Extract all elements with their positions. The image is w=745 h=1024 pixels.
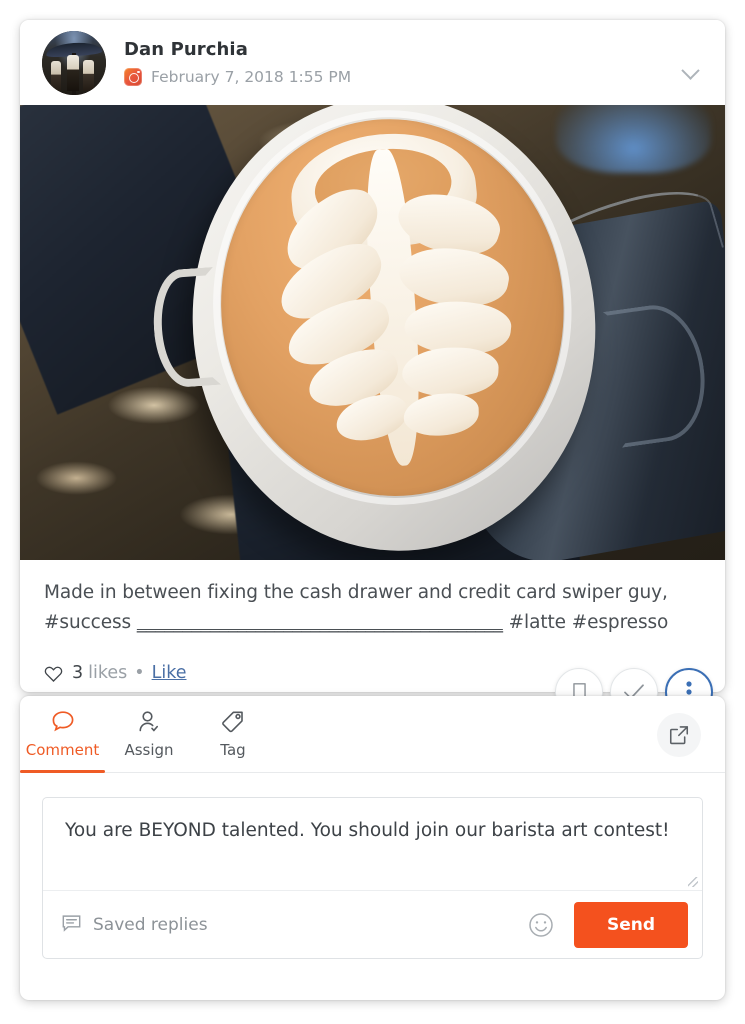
comment-bubble-icon bbox=[50, 708, 76, 736]
assign-person-icon bbox=[136, 708, 162, 736]
reply-textarea[interactable]: You are BEYOND talented. You should join… bbox=[43, 798, 702, 890]
instagram-icon bbox=[124, 68, 142, 86]
saved-replies-label: Saved replies bbox=[93, 914, 208, 935]
photo-blue-highlight bbox=[555, 105, 711, 174]
author-name: Dan Purchia bbox=[124, 39, 248, 60]
post-header-meta: Dan Purchia February 7, 2018 1:55 PM bbox=[124, 39, 703, 86]
tab-comment-label: Comment bbox=[25, 741, 100, 759]
tab-tag[interactable]: Tag bbox=[193, 696, 273, 772]
caption-hashtags-trailing: #latte #espresso bbox=[502, 612, 669, 633]
caption-hashtag-success: #success bbox=[44, 612, 137, 633]
tab-assign-label: Assign bbox=[124, 741, 174, 759]
likes-separator: • bbox=[134, 663, 145, 683]
post-caption: Made in between fixing the cash drawer a… bbox=[20, 560, 725, 648]
avatar[interactable] bbox=[42, 30, 106, 95]
caption-underscore-rule: ________________________________________ bbox=[136, 612, 503, 633]
send-button[interactable]: Send bbox=[574, 901, 688, 948]
screen: Dan Purchia February 7, 2018 1:55 PM Mad… bbox=[0, 0, 745, 1024]
resize-handle[interactable] bbox=[688, 877, 698, 887]
composer-footer: Saved replies Send bbox=[43, 890, 702, 958]
caption-line-1: Made in between fixing the cash drawer a… bbox=[44, 582, 668, 603]
post-date-row: February 7, 2018 1:55 PM bbox=[124, 68, 703, 86]
post-card: Dan Purchia February 7, 2018 1:55 PM Mad… bbox=[20, 20, 725, 716]
like-link[interactable]: Like bbox=[152, 663, 187, 683]
chevron-down-icon[interactable] bbox=[677, 60, 703, 86]
tab-tag-label: Tag bbox=[220, 741, 246, 759]
post-header: Dan Purchia February 7, 2018 1:55 PM bbox=[20, 20, 725, 105]
heart-icon bbox=[44, 664, 63, 683]
tag-icon bbox=[220, 708, 246, 736]
likes-word: likes bbox=[88, 663, 128, 683]
tab-comment[interactable]: Comment bbox=[20, 696, 105, 773]
reply-composer: You are BEYOND talented. You should join… bbox=[42, 797, 703, 959]
external-link-icon[interactable] bbox=[657, 713, 701, 757]
reply-card: Comment Assign Tag You are BEYOND talent… bbox=[20, 696, 725, 1000]
caption-line-2: #success _______________________________… bbox=[44, 608, 701, 638]
post-photo[interactable] bbox=[20, 105, 725, 560]
saved-reply-icon bbox=[61, 913, 82, 937]
reply-tabbar: Comment Assign Tag bbox=[20, 696, 725, 773]
tab-assign[interactable]: Assign bbox=[105, 696, 193, 772]
reply-text-value: You are BEYOND talented. You should join… bbox=[65, 820, 670, 841]
emoji-smiley-icon[interactable] bbox=[524, 908, 558, 942]
likes-count: 3 bbox=[72, 663, 84, 683]
post-date: February 7, 2018 1:55 PM bbox=[151, 68, 352, 86]
saved-replies-button[interactable]: Saved replies bbox=[61, 913, 208, 937]
